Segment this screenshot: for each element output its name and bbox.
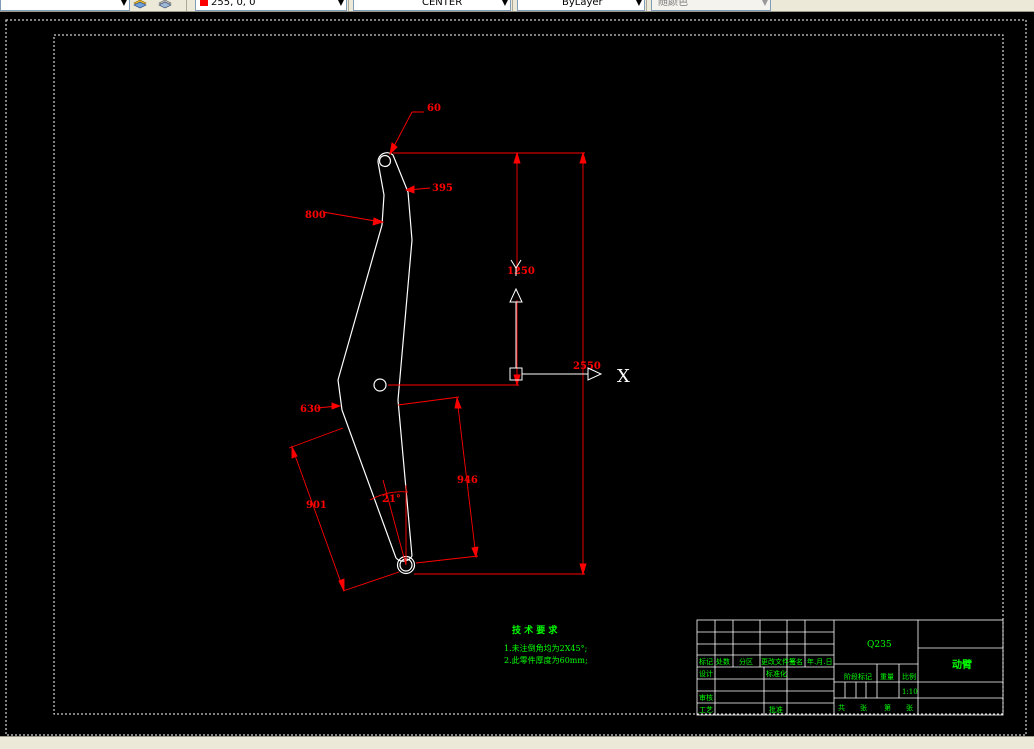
layer-states-icon[interactable] (133, 0, 147, 9)
tb-part-name: 动臂 (952, 658, 972, 671)
dim-2550-line (393, 152, 585, 575)
dim-1250-text: 1250 (507, 266, 535, 277)
dim-2550-text: 2550 (573, 361, 601, 372)
dim-1250-arrow-top (513, 151, 521, 164)
tech-req-title: 技 术 要 求 (512, 624, 558, 636)
tb-scale-value: 1:10 (902, 688, 918, 696)
plotstyle-control-dropdown[interactable]: 随颜色 ▼ (651, 0, 771, 11)
tb-weight: 重量 (880, 673, 894, 681)
middle-pin-hole (373, 378, 387, 392)
chevron-down-icon: ▼ (501, 0, 508, 7)
boom-outline (337, 152, 416, 575)
dim-800-leader (322, 211, 382, 223)
tb-sheet-2: 张 (906, 703, 913, 712)
toolbar-separator (348, 0, 349, 11)
dim-2550-arrow-top (579, 151, 587, 164)
properties-toolbar: ▼ 255, 0, 0 ▼ CENTER ▼ ByLayer ▼ 随颜色 ▼ (0, 0, 1034, 12)
dim-946-arrow-bottom (471, 546, 479, 559)
tb-zone: 分区 (739, 657, 753, 666)
chevron-down-icon: ▼ (337, 0, 344, 7)
tech-req-line-2: 2.此零件厚度为60mm; (504, 655, 588, 665)
color-control-dropdown[interactable]: 255, 0, 0 ▼ (195, 0, 347, 11)
tb-process: 工艺 (699, 706, 713, 714)
chevron-down-icon: ▼ (120, 0, 127, 7)
plotstyle-control-value: 随颜色 (658, 0, 688, 8)
linetype-control-dropdown[interactable]: CENTER ▼ (353, 0, 511, 11)
tb-design: 设计 (699, 669, 713, 678)
tb-page: 第 (884, 703, 891, 712)
layer-previous-icon[interactable] (158, 0, 172, 9)
toolbar-separator (512, 0, 513, 11)
dim-395-text: 395 (432, 183, 453, 194)
lineweight-control-dropdown[interactable]: ByLayer ▼ (517, 0, 645, 11)
dim-21-text: 21° (382, 494, 401, 505)
drawing-svg: 60 395 800 1250 2550 630 901 946 21° X 技… (5, 19, 1027, 736)
tb-scale: 比例 (902, 672, 916, 681)
tb-date: 年.月.日 (807, 657, 832, 666)
tb-review: 审核 (699, 693, 713, 702)
tb-standardize: 标准化 (766, 669, 787, 678)
lineweight-control-value: ByLayer (562, 0, 603, 8)
dim-630-text: 630 (300, 404, 321, 415)
tb-total: 共 (838, 703, 845, 712)
dim-946-arrow-top (454, 396, 462, 409)
tb-approve: 批准 (769, 705, 783, 714)
dim-946-text: 946 (457, 475, 478, 486)
top-pin-hole (378, 154, 392, 168)
tb-count: 处数 (716, 657, 730, 666)
chevron-down-icon: ▼ (635, 0, 642, 7)
ucs-x-label: X (617, 366, 630, 387)
tech-req-line-1: 1.未注倒角均为2X45°; (504, 643, 587, 653)
dim-60-leader (391, 111, 424, 151)
tb-stage-mark: 阶段标记 (844, 672, 872, 681)
dim-901-arrow-bottom (338, 578, 345, 592)
toolbar-separator (646, 0, 647, 11)
tb-material: Q235 (867, 640, 892, 650)
model-layout-bar (0, 736, 1034, 749)
color-control-value: 255, 0, 0 (211, 0, 256, 8)
dim-60-arrow (389, 142, 398, 156)
drawing-canvas[interactable]: 60 395 800 1250 2550 630 901 946 21° X 技… (0, 12, 1034, 736)
ucs-y-arrow (509, 287, 523, 303)
dimension-texts: 60 395 800 1250 2550 630 901 946 21° (300, 103, 601, 511)
dim-901-arrow-top (291, 445, 298, 459)
technical-requirements: 技 术 要 求 1.未注倒角均为2X45°; 2.此零件厚度为60mm; (504, 624, 588, 665)
tb-signature: 签名 (789, 657, 803, 666)
dim-60-text: 60 (427, 103, 441, 114)
color-swatch-icon (200, 0, 208, 6)
tb-mark: 标记 (699, 657, 713, 666)
dim-800-text: 800 (305, 210, 326, 221)
toolbar-separator (186, 0, 187, 11)
dim-901-text: 901 (306, 500, 327, 511)
chevron-down-icon: ▼ (761, 0, 768, 7)
dim-2550-arrow-bottom (579, 563, 587, 576)
linetype-control-value: CENTER (422, 0, 463, 8)
revision-grid-cols (714, 620, 835, 715)
dim-630-arrow (331, 402, 342, 410)
layer-dropdown[interactable]: ▼ (0, 0, 130, 11)
dim-395-arrow (404, 185, 415, 194)
tb-sheet: 张 (860, 703, 867, 712)
revision-grid-rows (697, 631, 834, 704)
dim-1250-line (388, 153, 519, 386)
